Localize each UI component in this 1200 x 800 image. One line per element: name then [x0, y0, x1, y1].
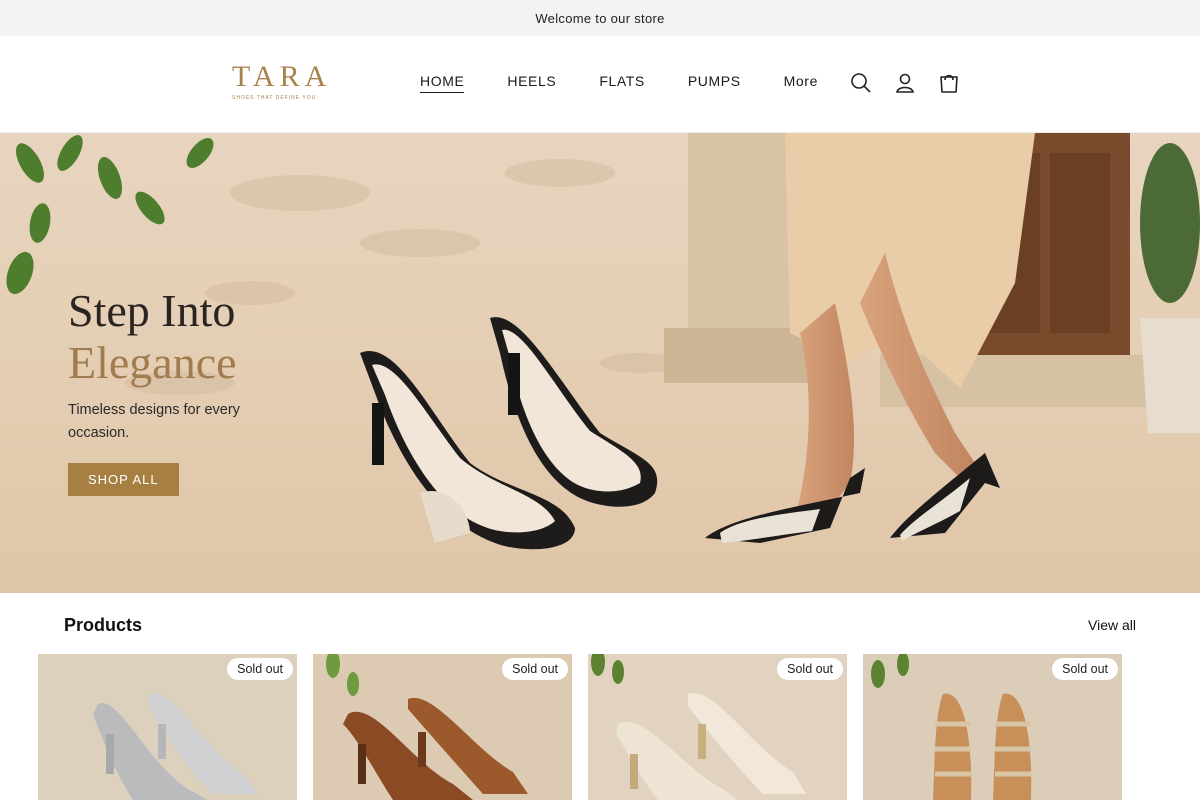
shop-all-button[interactable]: SHOP ALL [68, 463, 179, 496]
hero-subtitle: Timeless designs for every occasion. [68, 402, 240, 441]
site-header: TARA SHOES THAT DEFINE YOU HOME HEELS FL… [0, 36, 1200, 133]
nav-pumps[interactable]: PUMPS [688, 73, 741, 93]
sold-out-badge: Sold out [1052, 658, 1118, 680]
hero-banner: Step Into Elegance Timeless designs for … [0, 133, 1200, 593]
announcement-text: Welcome to our store [535, 10, 665, 26]
nav-more[interactable]: More [784, 73, 818, 93]
sold-out-badge: Sold out [502, 658, 568, 680]
announcement-bar: Welcome to our store [0, 0, 1200, 36]
nav-heels[interactable]: HEELS [507, 73, 556, 93]
account-icon[interactable] [892, 70, 918, 96]
header-icons [848, 70, 980, 96]
sold-out-badge: Sold out [777, 658, 843, 680]
cart-icon[interactable] [936, 70, 962, 96]
product-grid: Sold out Sold out Sold out Sold out [38, 654, 1138, 800]
main-nav: HOME HEELS FLATS PUMPS More [420, 73, 861, 93]
logo-wordmark: TARA [232, 60, 332, 93]
product-card[interactable]: Sold out [863, 654, 1122, 800]
nav-flats[interactable]: FLATS [599, 73, 645, 93]
products-heading: Products [64, 615, 143, 635]
product-card[interactable]: Sold out [38, 654, 297, 800]
sold-out-badge: Sold out [227, 658, 293, 680]
hero-title-line2: Elegance [68, 337, 237, 388]
view-all-link[interactable]: View all [1088, 617, 1136, 633]
search-icon[interactable] [848, 70, 874, 96]
logo-tagline: SHOES THAT DEFINE YOU [232, 95, 317, 101]
hero-title-line1: Step Into [68, 285, 236, 336]
logo[interactable]: TARA SHOES THAT DEFINE YOU [232, 62, 342, 108]
product-card[interactable]: Sold out [313, 654, 572, 800]
product-card[interactable]: Sold out [588, 654, 847, 800]
hero-copy: Step Into Elegance Timeless designs for … [68, 285, 308, 496]
nav-home[interactable]: HOME [420, 73, 465, 93]
